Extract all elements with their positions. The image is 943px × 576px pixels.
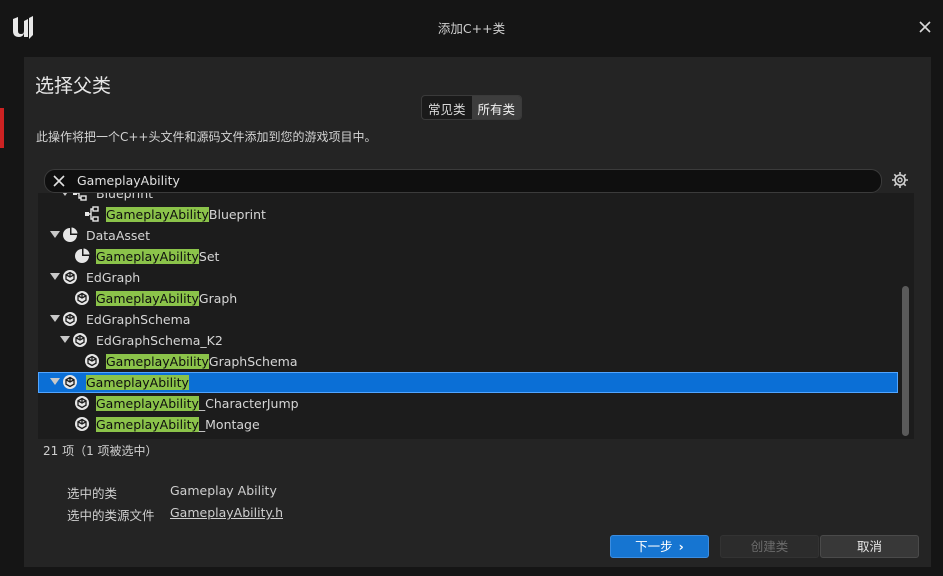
search-match-highlight: GameplayAbility <box>86 375 189 390</box>
search-box <box>44 169 882 193</box>
tree-row-text: Graph <box>198 291 238 306</box>
expand-arrow-icon[interactable] <box>50 231 60 239</box>
blueprint-icon <box>72 193 88 201</box>
close-icon[interactable] <box>915 17 935 37</box>
tree-row-label: EdGraph <box>86 269 140 286</box>
tree-row-label: GameplayAbilitySet <box>96 248 219 265</box>
tree-row-text: Set <box>198 249 220 264</box>
class-icon <box>72 332 88 348</box>
title-bar: 添加C++类 <box>0 0 943 56</box>
tree-row-label: DataAsset <box>86 227 150 244</box>
search-match-highlight: GameplayAbility <box>96 249 199 264</box>
selected-file-link[interactable]: GameplayAbility.h <box>170 505 283 520</box>
tree-row[interactable]: Blueprint <box>38 193 898 204</box>
class-tree: Blueprint GameplayAbilityBlueprint DataAss… <box>38 193 914 439</box>
tree-row-text: Blueprint <box>208 207 266 222</box>
class-filter-tabs: 常见类 所有类 <box>421 95 523 120</box>
add-class-dialog: 选择父类 常见类 所有类 此操作将把一个C++头文件和源码文件添加到您的游戏项目… <box>24 57 931 567</box>
tree-row-label: GameplayAbility_Montage <box>96 416 260 433</box>
tree-row[interactable]: GameplayAbilitySet <box>38 246 898 267</box>
tree-row-text: GraphSchema <box>208 354 298 369</box>
blueprint-icon <box>84 206 100 222</box>
class-icon <box>84 353 100 369</box>
tree-row[interactable]: GameplayAbility_Montage <box>38 414 898 435</box>
expand-arrow-icon[interactable] <box>50 315 60 323</box>
page-title: 选择父类 <box>35 75 112 97</box>
tree-row[interactable]: EdGraphSchema <box>38 309 898 330</box>
item-count: 21 项（1 项被选中） <box>43 444 158 458</box>
clear-search-icon[interactable] <box>52 174 66 188</box>
search-input[interactable] <box>77 171 867 189</box>
class-icon <box>74 416 90 432</box>
tree-row-label: GameplayAbilityBlueprint <box>106 206 266 223</box>
tab-all-classes[interactable]: 所有类 <box>471 96 522 119</box>
tree-row-text: EdGraph <box>86 270 141 285</box>
class-icon <box>62 311 78 327</box>
tree-row[interactable]: GameplayAbilityBlueprint <box>38 204 898 225</box>
expand-arrow-icon[interactable] <box>60 193 70 197</box>
tree-row-selected[interactable]: GameplayAbility <box>38 372 898 393</box>
pie-icon <box>74 248 90 264</box>
create-class-button[interactable]: 创建类 <box>720 535 819 558</box>
tree-row[interactable]: EdGraph <box>38 267 898 288</box>
tree-row-text: DataAsset <box>86 228 151 243</box>
tree-row[interactable]: GameplayAbilityGraph <box>38 288 898 309</box>
tree-row-text: EdGraphSchema <box>86 312 191 327</box>
tree-row[interactable]: DataAsset <box>38 225 898 246</box>
class-icon <box>74 395 90 411</box>
tree-row-label: GameplayAbilityGraphSchema <box>106 353 298 370</box>
tree-row-text: _Montage <box>198 417 260 432</box>
selected-file-label: 选中的类源文件 <box>67 508 155 523</box>
cancel-button[interactable]: 取消 <box>820 535 919 558</box>
background-fragment <box>0 108 4 148</box>
tree-row[interactable]: EdGraphSchema_K2 <box>38 330 898 351</box>
search-match-highlight: GameplayAbility <box>106 207 209 222</box>
class-icon <box>62 269 78 285</box>
dialog-description: 此操作将把一个C++头文件和源码文件添加到您的游戏项目中。 <box>36 130 377 144</box>
next-button-label: 下一步 <box>635 539 673 554</box>
tab-common-classes[interactable]: 常见类 <box>422 96 472 119</box>
tree-scrollbar[interactable] <box>902 286 909 436</box>
tree-row-label: EdGraphSchema <box>86 311 190 328</box>
tree-row-label: Blueprint <box>96 193 153 202</box>
expand-arrow-icon[interactable] <box>50 273 60 281</box>
class-icon <box>62 374 78 390</box>
class-icon <box>74 290 90 306</box>
selected-class-label: 选中的类 <box>67 486 118 501</box>
gear-icon[interactable] <box>891 171 909 189</box>
search-match-highlight: GameplayAbility <box>96 417 199 432</box>
search-match-highlight: GameplayAbility <box>96 396 199 411</box>
search-match-highlight: GameplayAbility <box>96 291 199 306</box>
search-match-highlight: GameplayAbility <box>106 354 209 369</box>
window-title: 添加C++类 <box>437 21 506 36</box>
pie-icon <box>62 227 78 243</box>
tree-row[interactable]: GameplayAbility_CharacterJump <box>38 393 898 414</box>
next-button[interactable]: 下一步 › <box>610 535 709 558</box>
tree-row-label: GameplayAbility <box>86 374 189 391</box>
expand-arrow-icon[interactable] <box>50 378 60 386</box>
tree-row-label: EdGraphSchema_K2 <box>96 332 223 349</box>
tree-row-text: Blueprint <box>96 193 154 201</box>
tree-row[interactable]: GameplayAbilityGraphSchema <box>38 351 898 372</box>
selected-class-value: Gameplay Ability <box>170 483 277 498</box>
chevron-right-icon: › <box>678 539 684 554</box>
tree-row-text: _CharacterJump <box>198 396 299 411</box>
tree-row-text: EdGraphSchema_K2 <box>96 333 223 348</box>
tree-row-label: GameplayAbilityGraph <box>96 290 237 307</box>
expand-arrow-icon[interactable] <box>60 336 70 344</box>
tree-row-label: GameplayAbility_CharacterJump <box>96 395 299 412</box>
